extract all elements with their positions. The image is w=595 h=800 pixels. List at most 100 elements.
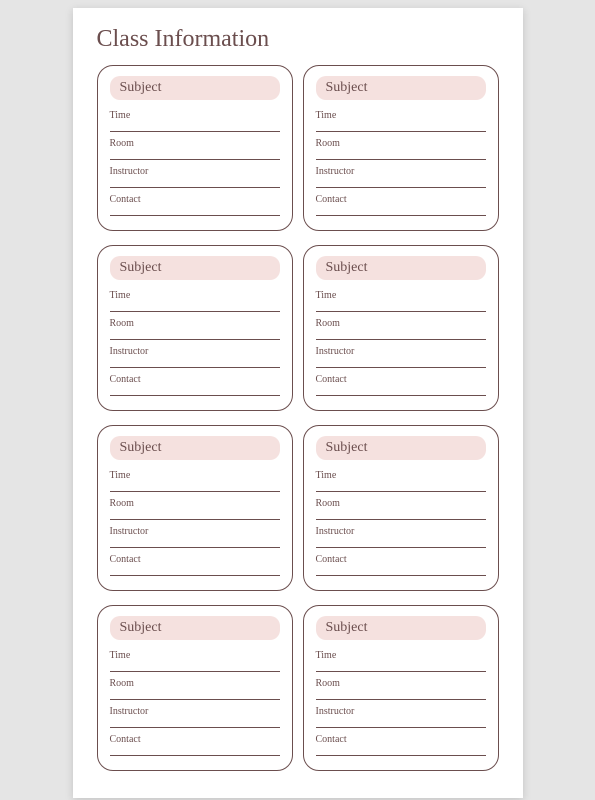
field-label: Room [316,318,486,329]
field-line[interactable] [316,547,486,548]
field-line[interactable] [110,339,280,340]
field-label: Contact [110,554,280,565]
field-line[interactable] [110,519,280,520]
field-label: Contact [316,554,486,565]
field-label: Time [316,470,486,481]
field-line[interactable] [110,395,280,396]
field-row: Contact [110,554,280,576]
class-card: SubjectTimeRoomInstructorContact [303,65,499,231]
class-card: Subject Time Room Instructor Contact [97,245,293,411]
field-line[interactable] [316,727,486,728]
class-card: Subject Time Room Instructor Contact [97,605,293,771]
field-line[interactable] [316,575,486,576]
field-label: Time [110,470,280,481]
field-row: Room [110,498,280,520]
field-label: Room [110,498,280,509]
field-line[interactable] [110,215,280,216]
field-line[interactable] [110,367,280,368]
field-row: Time [110,470,280,492]
field-label: Time [110,650,280,661]
page-title: Class Information [97,26,499,53]
field-line[interactable] [110,547,280,548]
field-row: Instructor [316,706,486,728]
field-row: Room [110,138,280,160]
field-label: Time [316,650,486,661]
field-row: Contact [316,554,486,576]
field-row: Instructor [110,346,280,368]
field-row: Contact [316,734,486,756]
field-row: Room [316,138,486,160]
field-line[interactable] [316,215,486,216]
subject-label: Subject [316,616,486,640]
field-row: Instructor [316,346,486,368]
field-row: Contact [316,374,486,396]
field-label: Instructor [110,706,280,717]
field-line[interactable] [316,159,486,160]
field-label: Room [316,138,486,149]
field-line[interactable] [110,699,280,700]
field-row: Instructor [316,526,486,548]
field-label: Instructor [316,706,486,717]
field-line[interactable] [316,671,486,672]
field-label: Instructor [110,526,280,537]
field-row: Instructor [110,166,280,188]
field-line[interactable] [110,159,280,160]
field-label: Instructor [316,346,486,357]
field-label: Time [110,290,280,301]
field-line[interactable] [316,491,486,492]
field-label: Instructor [316,166,486,177]
field-line[interactable] [316,699,486,700]
field-line[interactable] [316,339,486,340]
field-line[interactable] [110,727,280,728]
field-label: Room [110,678,280,689]
card-grid: Subject Time Room Instructor Contact Subject T… [97,65,499,771]
field-line[interactable] [110,575,280,576]
field-line[interactable] [316,519,486,520]
field-label: Room [110,318,280,329]
field-label: Instructor [110,346,280,357]
field-row: Instructor [110,706,280,728]
field-line[interactable] [110,131,280,132]
class-card: Subject Time Room Instructor Contact [97,65,293,231]
field-line[interactable] [316,395,486,396]
field-line[interactable] [110,491,280,492]
field-line[interactable] [316,311,486,312]
field-line[interactable] [316,131,486,132]
field-label: Instructor [110,166,280,177]
field-label: Contact [316,194,486,205]
field-row: Contact [110,194,280,216]
field-line[interactable] [316,755,486,756]
subject-label: Subject [110,436,280,460]
field-row: Time [316,470,486,492]
subject-label: Subject [110,76,280,100]
field-row: Room [110,318,280,340]
subject-label: Subject [110,256,280,280]
subject-label: Subject [110,616,280,640]
field-label: Contact [316,734,486,745]
field-row: Room [316,498,486,520]
field-line[interactable] [316,187,486,188]
class-card: Subject Time Room Instructor Contact [97,425,293,591]
page-container: Class Information Subject Time Room Instruc… [73,8,523,798]
field-label: Time [110,110,280,121]
class-card: Subject Time Room Instructor Contact [303,605,499,771]
field-label: Contact [110,374,280,385]
field-label: Room [316,678,486,689]
field-line[interactable] [110,311,280,312]
field-row: Instructor [316,166,486,188]
subject-label: Subject [316,436,486,460]
subject-label: Subject [316,76,486,100]
field-label: Room [110,138,280,149]
field-line[interactable] [316,367,486,368]
field-label: Contact [316,374,486,385]
field-row: Instructor [110,526,280,548]
field-row: Room [110,678,280,700]
field-line[interactable] [110,671,280,672]
field-row: Room [316,678,486,700]
field-row: Contact [110,734,280,756]
class-card: SubjectTimeRoomInstructorContact [303,245,499,411]
field-line[interactable] [110,755,280,756]
field-row: Contact [110,374,280,396]
field-line[interactable] [110,187,280,188]
field-row: Time [316,290,486,312]
